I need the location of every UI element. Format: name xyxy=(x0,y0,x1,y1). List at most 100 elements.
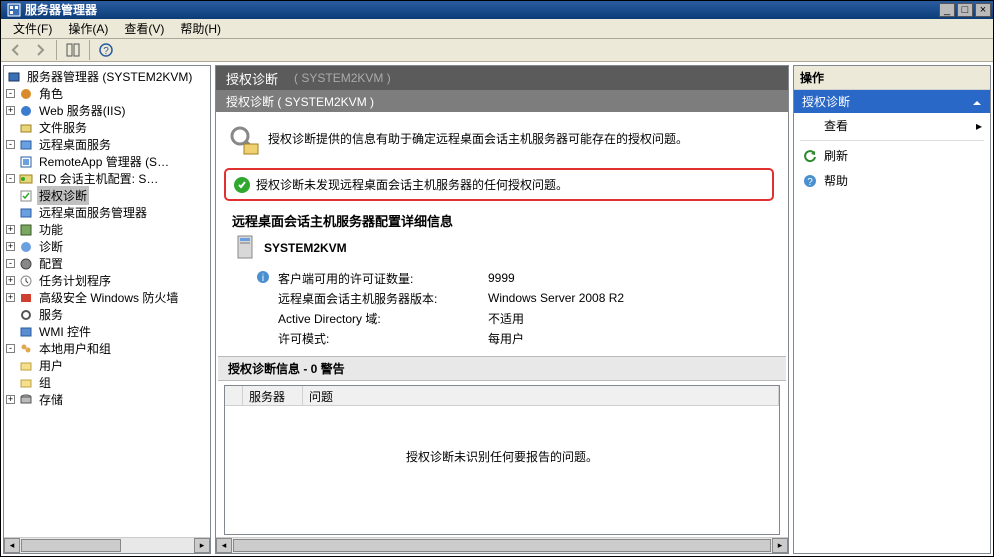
help-icon: ? xyxy=(802,173,818,189)
tree-licdiag[interactable]: 授权诊断 xyxy=(6,187,208,204)
diag-info-header: 授权诊断信息 - 0 警告 xyxy=(218,356,786,381)
show-hide-tree-button[interactable] xyxy=(62,39,84,61)
firewall-icon xyxy=(18,290,34,306)
maximize-button[interactable]: □ xyxy=(957,3,973,17)
svg-text:?: ? xyxy=(807,177,813,188)
menu-help[interactable]: 帮助(H) xyxy=(172,18,229,39)
collapse-caret-icon[interactable] xyxy=(972,97,982,107)
app-icon xyxy=(7,3,21,17)
rdslicsvc-icon xyxy=(18,205,34,221)
tree-users[interactable]: 用户 xyxy=(6,357,208,374)
main-header: 授权诊断 ( SYSTEM2KVM ) xyxy=(216,66,788,90)
tree-rdsession[interactable]: -RD 会话主机配置: S… xyxy=(6,170,208,187)
help-button[interactable]: ? xyxy=(95,39,117,61)
diag-empty: 授权诊断未识别任何要报告的问题。 xyxy=(225,406,779,506)
diag-icon xyxy=(18,239,34,255)
server-row: SYSTEM2KVM xyxy=(232,234,772,262)
expand-icon[interactable]: + xyxy=(6,242,15,251)
scroll-left-button[interactable]: ◂ xyxy=(4,538,20,553)
section-title: 远程桌面会话主机服务器配置详细信息 xyxy=(232,211,772,230)
th-issue[interactable]: 问题 xyxy=(303,386,779,405)
tree-rdslicsvc[interactable]: 远程桌面服务管理器 xyxy=(6,204,208,221)
expand-icon[interactable]: + xyxy=(6,225,15,234)
collapse-icon[interactable]: - xyxy=(6,140,15,149)
features-icon xyxy=(18,222,34,238)
tree-remoteapp[interactable]: RemoteApp 管理器 (S… xyxy=(6,153,208,170)
tree-tasksched[interactable]: +任务计划程序 xyxy=(6,272,208,289)
refresh-icon xyxy=(802,148,818,164)
expand-icon[interactable]: + xyxy=(6,395,15,404)
folder-icon xyxy=(18,375,34,391)
action-help[interactable]: ? 帮助 xyxy=(794,168,990,193)
actions-subheader[interactable]: 授权诊断 xyxy=(794,90,990,113)
th-gap xyxy=(225,386,243,405)
expand-icon[interactable]: + xyxy=(6,293,15,302)
kv-key: 许可模式: xyxy=(278,330,488,347)
th-server[interactable]: 服务器 xyxy=(243,386,303,405)
scroll-thumb[interactable] xyxy=(21,539,121,552)
kv-val: Windows Server 2008 R2 xyxy=(488,291,624,305)
server-icon xyxy=(6,69,22,85)
nav-tree-panel: 服务器管理器 (SYSTEM2KVM) -角色 +Web 服务器(IIS) 文件… xyxy=(3,65,211,554)
kv-key: Active Directory 域: xyxy=(278,310,488,327)
toolbar: ? xyxy=(1,39,993,62)
scroll-thumb[interactable] xyxy=(233,539,771,552)
collapse-icon[interactable]: - xyxy=(6,344,15,353)
licdiag-icon xyxy=(18,188,34,204)
diag-glyph-icon xyxy=(228,124,260,156)
tree-diag[interactable]: +诊断 xyxy=(6,238,208,255)
collapse-icon[interactable]: - xyxy=(6,259,15,268)
action-refresh[interactable]: 刷新 xyxy=(794,143,990,168)
separator xyxy=(800,140,984,141)
nav-tree[interactable]: 服务器管理器 (SYSTEM2KVM) -角色 +Web 服务器(IIS) 文件… xyxy=(4,66,210,537)
kv-row: i 客户端可用的许可证数量:9999 xyxy=(256,268,788,288)
menu-file[interactable]: 文件(F) xyxy=(5,18,60,39)
scroll-left-button[interactable]: ◂ xyxy=(216,538,232,553)
scroll-right-button[interactable]: ▸ xyxy=(194,538,210,553)
roles-icon xyxy=(18,86,34,102)
kv-val: 每用户 xyxy=(488,330,524,347)
config-icon xyxy=(18,256,34,272)
svg-text:?: ? xyxy=(103,46,109,57)
tree-groups[interactable]: 组 xyxy=(6,374,208,391)
close-button[interactable]: × xyxy=(975,3,991,17)
diag-thead: 服务器 问题 xyxy=(225,386,779,406)
clock-icon xyxy=(18,273,34,289)
iis-icon xyxy=(18,103,34,119)
collapse-icon[interactable]: - xyxy=(6,174,15,183)
menu-view[interactable]: 查看(V) xyxy=(116,18,172,39)
tree-features[interactable]: +功能 xyxy=(6,221,208,238)
diag-table: 服务器 问题 授权诊断未识别任何要报告的问题。 xyxy=(224,385,780,535)
collapse-icon[interactable]: - xyxy=(6,89,15,98)
action-view-label: 查看 xyxy=(824,117,848,134)
tree-firewall[interactable]: +高级安全 Windows 防火墙 xyxy=(6,289,208,306)
h-scrollbar[interactable]: ◂ ▸ xyxy=(216,537,788,553)
tree-web[interactable]: +Web 服务器(IIS) xyxy=(6,102,208,119)
menu-action[interactable]: 操作(A) xyxy=(60,18,116,39)
action-view[interactable]: 查看 ▸ xyxy=(794,113,990,138)
expand-icon[interactable]: + xyxy=(6,276,15,285)
info-icon: i xyxy=(256,270,272,287)
tree-rds[interactable]: -远程桌面服务 xyxy=(6,136,208,153)
back-button[interactable] xyxy=(5,39,27,61)
forward-button[interactable] xyxy=(29,39,51,61)
kv-val: 不适用 xyxy=(488,310,524,327)
h-scrollbar[interactable]: ◂ ▸ xyxy=(4,537,210,553)
tree-root[interactable]: 服务器管理器 (SYSTEM2KVM) xyxy=(6,68,208,85)
window-title: 服务器管理器 xyxy=(25,1,939,18)
tree-wmi[interactable]: WMI 控件 xyxy=(6,323,208,340)
tree-services[interactable]: 服务 xyxy=(6,306,208,323)
expand-icon[interactable]: + xyxy=(6,106,15,115)
tree-storage[interactable]: +存储 xyxy=(6,391,208,408)
main-header-title: 授权诊断 xyxy=(226,69,278,88)
tree-roles[interactable]: -角色 xyxy=(6,85,208,102)
tree-localusers[interactable]: -本地用户和组 xyxy=(6,340,208,357)
kv-key: 远程桌面会话主机服务器版本: xyxy=(278,290,488,307)
svg-text:i: i xyxy=(262,273,264,284)
tree-fileservice[interactable]: 文件服务 xyxy=(6,119,208,136)
scroll-right-button[interactable]: ▸ xyxy=(772,538,788,553)
tree-config[interactable]: -配置 xyxy=(6,255,208,272)
minimize-button[interactable]: _ xyxy=(939,3,955,17)
actions-header: 操作 xyxy=(794,66,990,90)
menubar: 文件(F) 操作(A) 查看(V) 帮助(H) xyxy=(1,19,993,39)
